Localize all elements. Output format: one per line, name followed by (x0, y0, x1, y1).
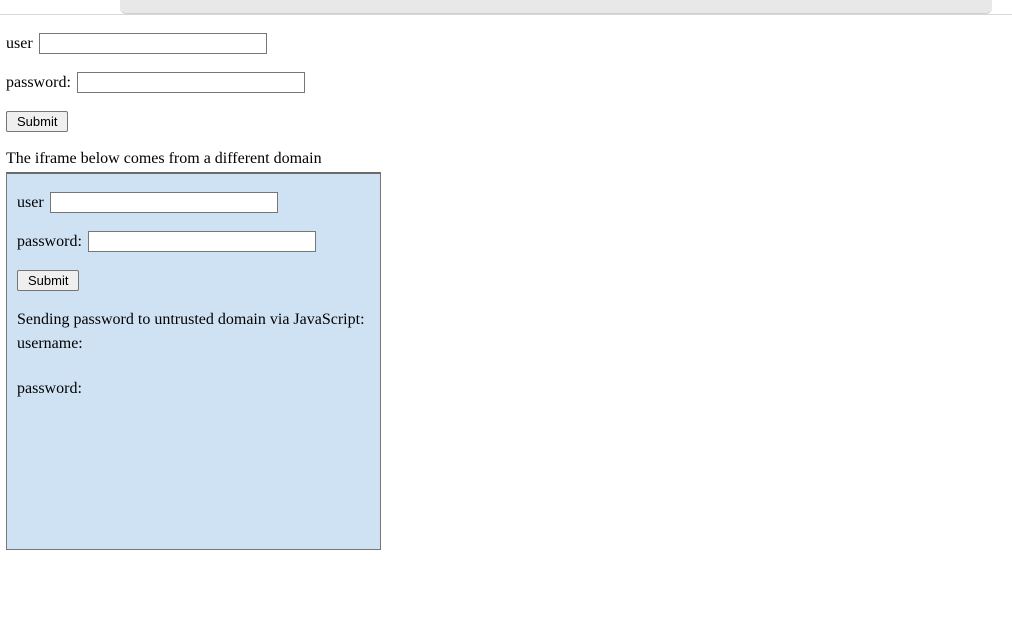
main-password-row: password: (6, 72, 1006, 93)
iframe-user-row: user (17, 192, 370, 213)
page-content: user password: Submit The iframe below c… (0, 15, 1012, 556)
iframe-user-label: user (17, 194, 44, 211)
main-submit-button[interactable]: Submit (6, 111, 68, 132)
iframe-submit-button[interactable]: Submit (17, 270, 79, 291)
iframe-user-input[interactable] (50, 192, 278, 213)
iframe-intro-text: The iframe below comes from a different … (6, 150, 1006, 168)
main-submit-row: Submit (6, 111, 1006, 132)
iframe-status-password: password: (17, 378, 370, 400)
main-password-label: password: (6, 74, 71, 91)
iframe-container: user password: Submit Sending password t… (6, 172, 381, 550)
main-user-input[interactable] (39, 33, 267, 54)
iframe-submit-row: Submit (17, 270, 370, 291)
iframe-status-heading: Sending password to untrusted domain via… (17, 309, 370, 331)
iframe-password-row: password: (17, 231, 370, 252)
main-user-row: user (6, 33, 1006, 54)
iframe-password-label: password: (17, 233, 82, 250)
iframe-status: Sending password to untrusted domain via… (17, 309, 370, 400)
browser-chrome (0, 0, 1012, 15)
main-user-label: user (6, 35, 33, 52)
address-bar[interactable] (120, 0, 992, 14)
iframe-status-username: username: (17, 333, 370, 355)
iframe-password-input[interactable] (88, 231, 316, 252)
main-password-input[interactable] (77, 72, 305, 93)
